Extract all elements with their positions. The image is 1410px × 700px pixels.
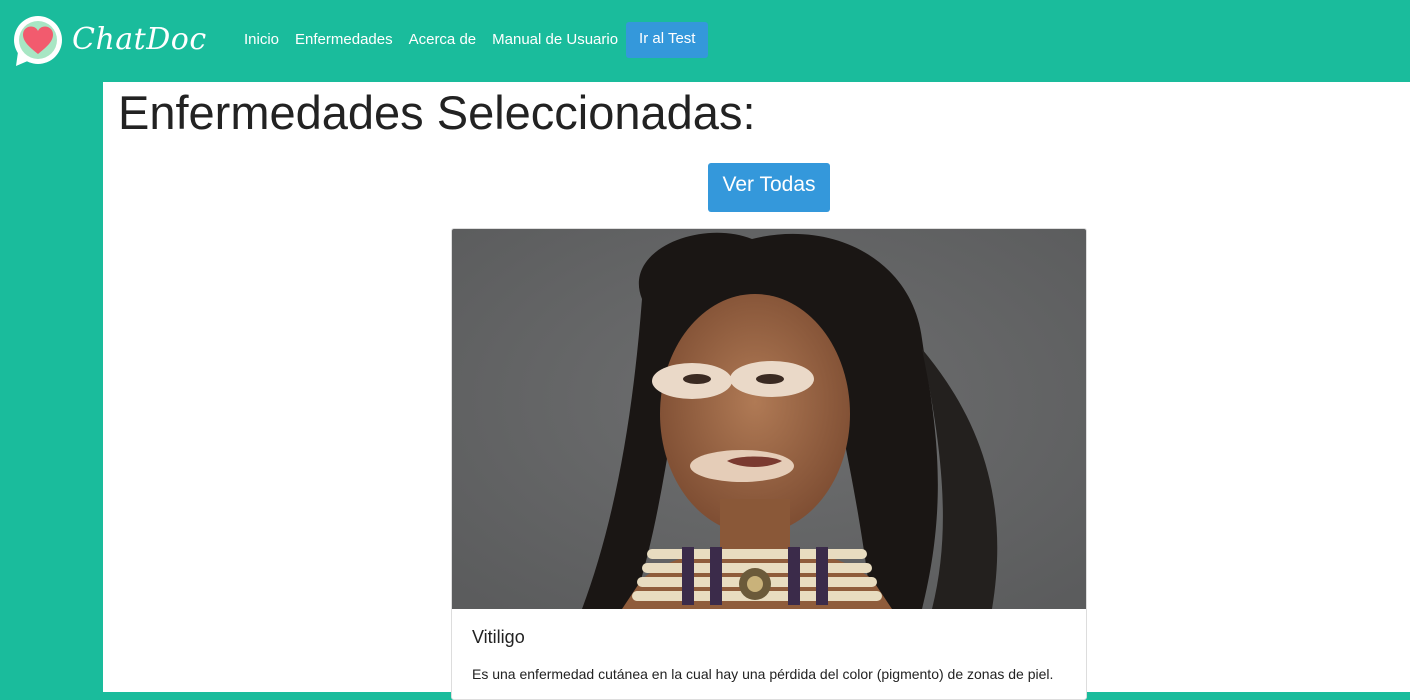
nav-links: Inicio Enfermedades Acerca de Manual de … [236, 22, 709, 58]
nav-item-acerca-de[interactable]: Acerca de [401, 22, 485, 58]
brand[interactable]: ChatDoc [12, 16, 207, 68]
nav-item-enfermedades[interactable]: Enfermedades [287, 22, 401, 58]
navbar: ChatDoc Inicio Enfermedades Acerca de Ma… [0, 0, 1410, 82]
heart-chat-bubble-icon [14, 16, 62, 66]
card-title: Vitiligo [472, 627, 525, 647]
go-to-test-button[interactable]: Ir al Test [626, 22, 709, 58]
vitiligo-portrait-image [452, 229, 1086, 609]
nav-item-manual-de-usuario[interactable]: Manual de Usuario [484, 22, 626, 58]
main-content: Enfermedades Seleccionadas: Ver Todas Vi… [103, 82, 1410, 700]
page-title: Enfermedades Seleccionadas: [118, 86, 756, 139]
nav-item-inicio[interactable]: Inicio [236, 22, 287, 58]
view-all-button[interactable]: Ver Todas [708, 163, 830, 212]
card-description: Es una enfermedad cutánea en la cual hay… [472, 666, 1054, 682]
disease-card[interactable]: Vitiligo Es una enfermedad cutánea en la… [451, 228, 1087, 700]
brand-name: ChatDoc [72, 22, 207, 57]
